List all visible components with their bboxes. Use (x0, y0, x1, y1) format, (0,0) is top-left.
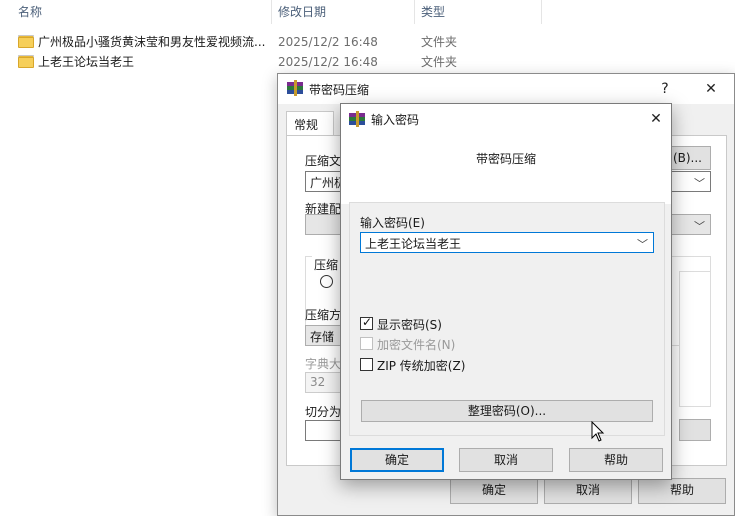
split-field[interactable] (305, 420, 345, 441)
close-icon[interactable]: ✕ (696, 77, 726, 101)
column-header-type[interactable]: 类型 (415, 0, 542, 24)
archive-help-button[interactable]: 帮助 (638, 478, 726, 504)
password-ok-button[interactable]: 确定 (350, 448, 444, 472)
column-header-type-label: 类型 (421, 5, 446, 19)
tab-general[interactable]: 常规 (286, 111, 334, 136)
password-value: 上老王论坛当老王 (365, 237, 462, 251)
password-panel: 输入密码(E) 上老王论坛当老王 ﹀ 显示密码(S) 加密文件名(N) ZIP … (349, 202, 665, 436)
password-dialog: 输入密码 ✕ 带密码压缩 输入密码(E) 上老王论坛当老王 ﹀ 显示密码(S) … (340, 103, 672, 480)
file-name: 广州极品小骚货黄沫莹和男友性爱视频流... (38, 35, 266, 49)
format-radio[interactable] (320, 275, 333, 288)
mouse-cursor-icon (591, 421, 605, 442)
folder-icon (18, 35, 34, 48)
method-dropdown[interactable]: 存储 (305, 325, 345, 346)
file-type: 文件夹 (421, 35, 458, 49)
archive-help-label: 帮助 (669, 483, 694, 497)
password-cancel-label: 取消 (493, 453, 518, 467)
dict-size-field: 32 (305, 372, 345, 393)
archive-ok-button[interactable]: 确定 (450, 478, 538, 504)
file-row[interactable]: 上老王论坛当老王 2025/12/2 16:48 文件夹 (0, 52, 548, 72)
column-header-date[interactable]: 修改日期 (272, 0, 415, 24)
winrar-icon (287, 80, 303, 96)
file-type: 文件夹 (421, 55, 458, 69)
password-help-button[interactable]: 帮助 (569, 448, 663, 472)
password-dialog-header: 带密码压缩 (341, 134, 671, 204)
chevron-down-icon[interactable]: ﹀ (637, 236, 648, 252)
password-dialog-heading: 带密码压缩 (475, 152, 536, 166)
archive-cancel-label: 取消 (575, 483, 600, 497)
organize-passwords-label: 整理密码(O)... (467, 404, 547, 418)
column-header-name[interactable]: 名称 (0, 0, 272, 24)
password-dialog-titlebar[interactable]: 输入密码 ✕ (341, 104, 671, 134)
browse-button-label: (B)... (672, 151, 702, 165)
archive-dialog-titlebar[interactable]: 带密码压缩 ? ✕ (278, 74, 734, 104)
show-password-checkbox[interactable] (360, 315, 373, 330)
password-help-label: 帮助 (603, 453, 628, 467)
compress-group-label: 压缩 (312, 256, 341, 273)
column-header-date-label: 修改日期 (278, 5, 327, 19)
chevron-down-icon[interactable]: ﹀ (694, 218, 705, 234)
split-label: 切分为 (305, 405, 342, 419)
dict-size-value: 32 (310, 375, 326, 389)
archive-cancel-button[interactable]: 取消 (544, 478, 632, 504)
chevron-down-icon[interactable]: ﹀ (694, 175, 705, 191)
options-panel-edge (679, 271, 711, 407)
file-date: 2025/12/2 16:48 (278, 55, 378, 69)
method-value: 存储 (310, 330, 335, 344)
archive-dialog-title: 带密码压缩 (309, 83, 370, 97)
encrypt-filenames-checkbox (360, 337, 373, 350)
organize-passwords-button[interactable]: 整理密码(O)... (361, 400, 653, 422)
method-label: 压缩方 (305, 308, 342, 322)
file-row[interactable]: 广州极品小骚货黄沫莹和男友性爱视频流... 2025/12/2 16:48 文件… (0, 32, 548, 52)
file-date: 2025/12/2 16:48 (278, 35, 378, 49)
options-button-edge[interactable] (679, 419, 711, 441)
column-header-name-label: 名称 (18, 5, 43, 19)
close-icon[interactable]: ✕ (641, 107, 671, 131)
encrypt-filenames-label: 加密文件名(N) (377, 338, 456, 352)
help-icon[interactable]: ? (650, 77, 680, 101)
show-password-label: 显示密码(S) (377, 318, 442, 332)
password-input[interactable]: 上老王论坛当老王 ﹀ (360, 232, 654, 253)
password-ok-label: 确定 (384, 453, 409, 467)
tab-general-label: 常规 (294, 118, 319, 132)
archive-name-label: 压缩文 (305, 154, 342, 168)
password-cancel-button[interactable]: 取消 (459, 448, 553, 472)
folder-icon (18, 55, 34, 68)
dict-size-label: 字典大 (305, 357, 342, 371)
zip-legacy-label: ZIP 传统加密(Z) (377, 359, 466, 373)
winrar-icon (349, 111, 365, 127)
password-label: 输入密码(E) (360, 216, 425, 230)
password-dialog-title: 输入密码 (371, 113, 420, 127)
zip-legacy-checkbox[interactable] (360, 358, 373, 371)
file-name: 上老王论坛当老王 (38, 55, 135, 69)
archive-ok-label: 确定 (481, 483, 506, 497)
